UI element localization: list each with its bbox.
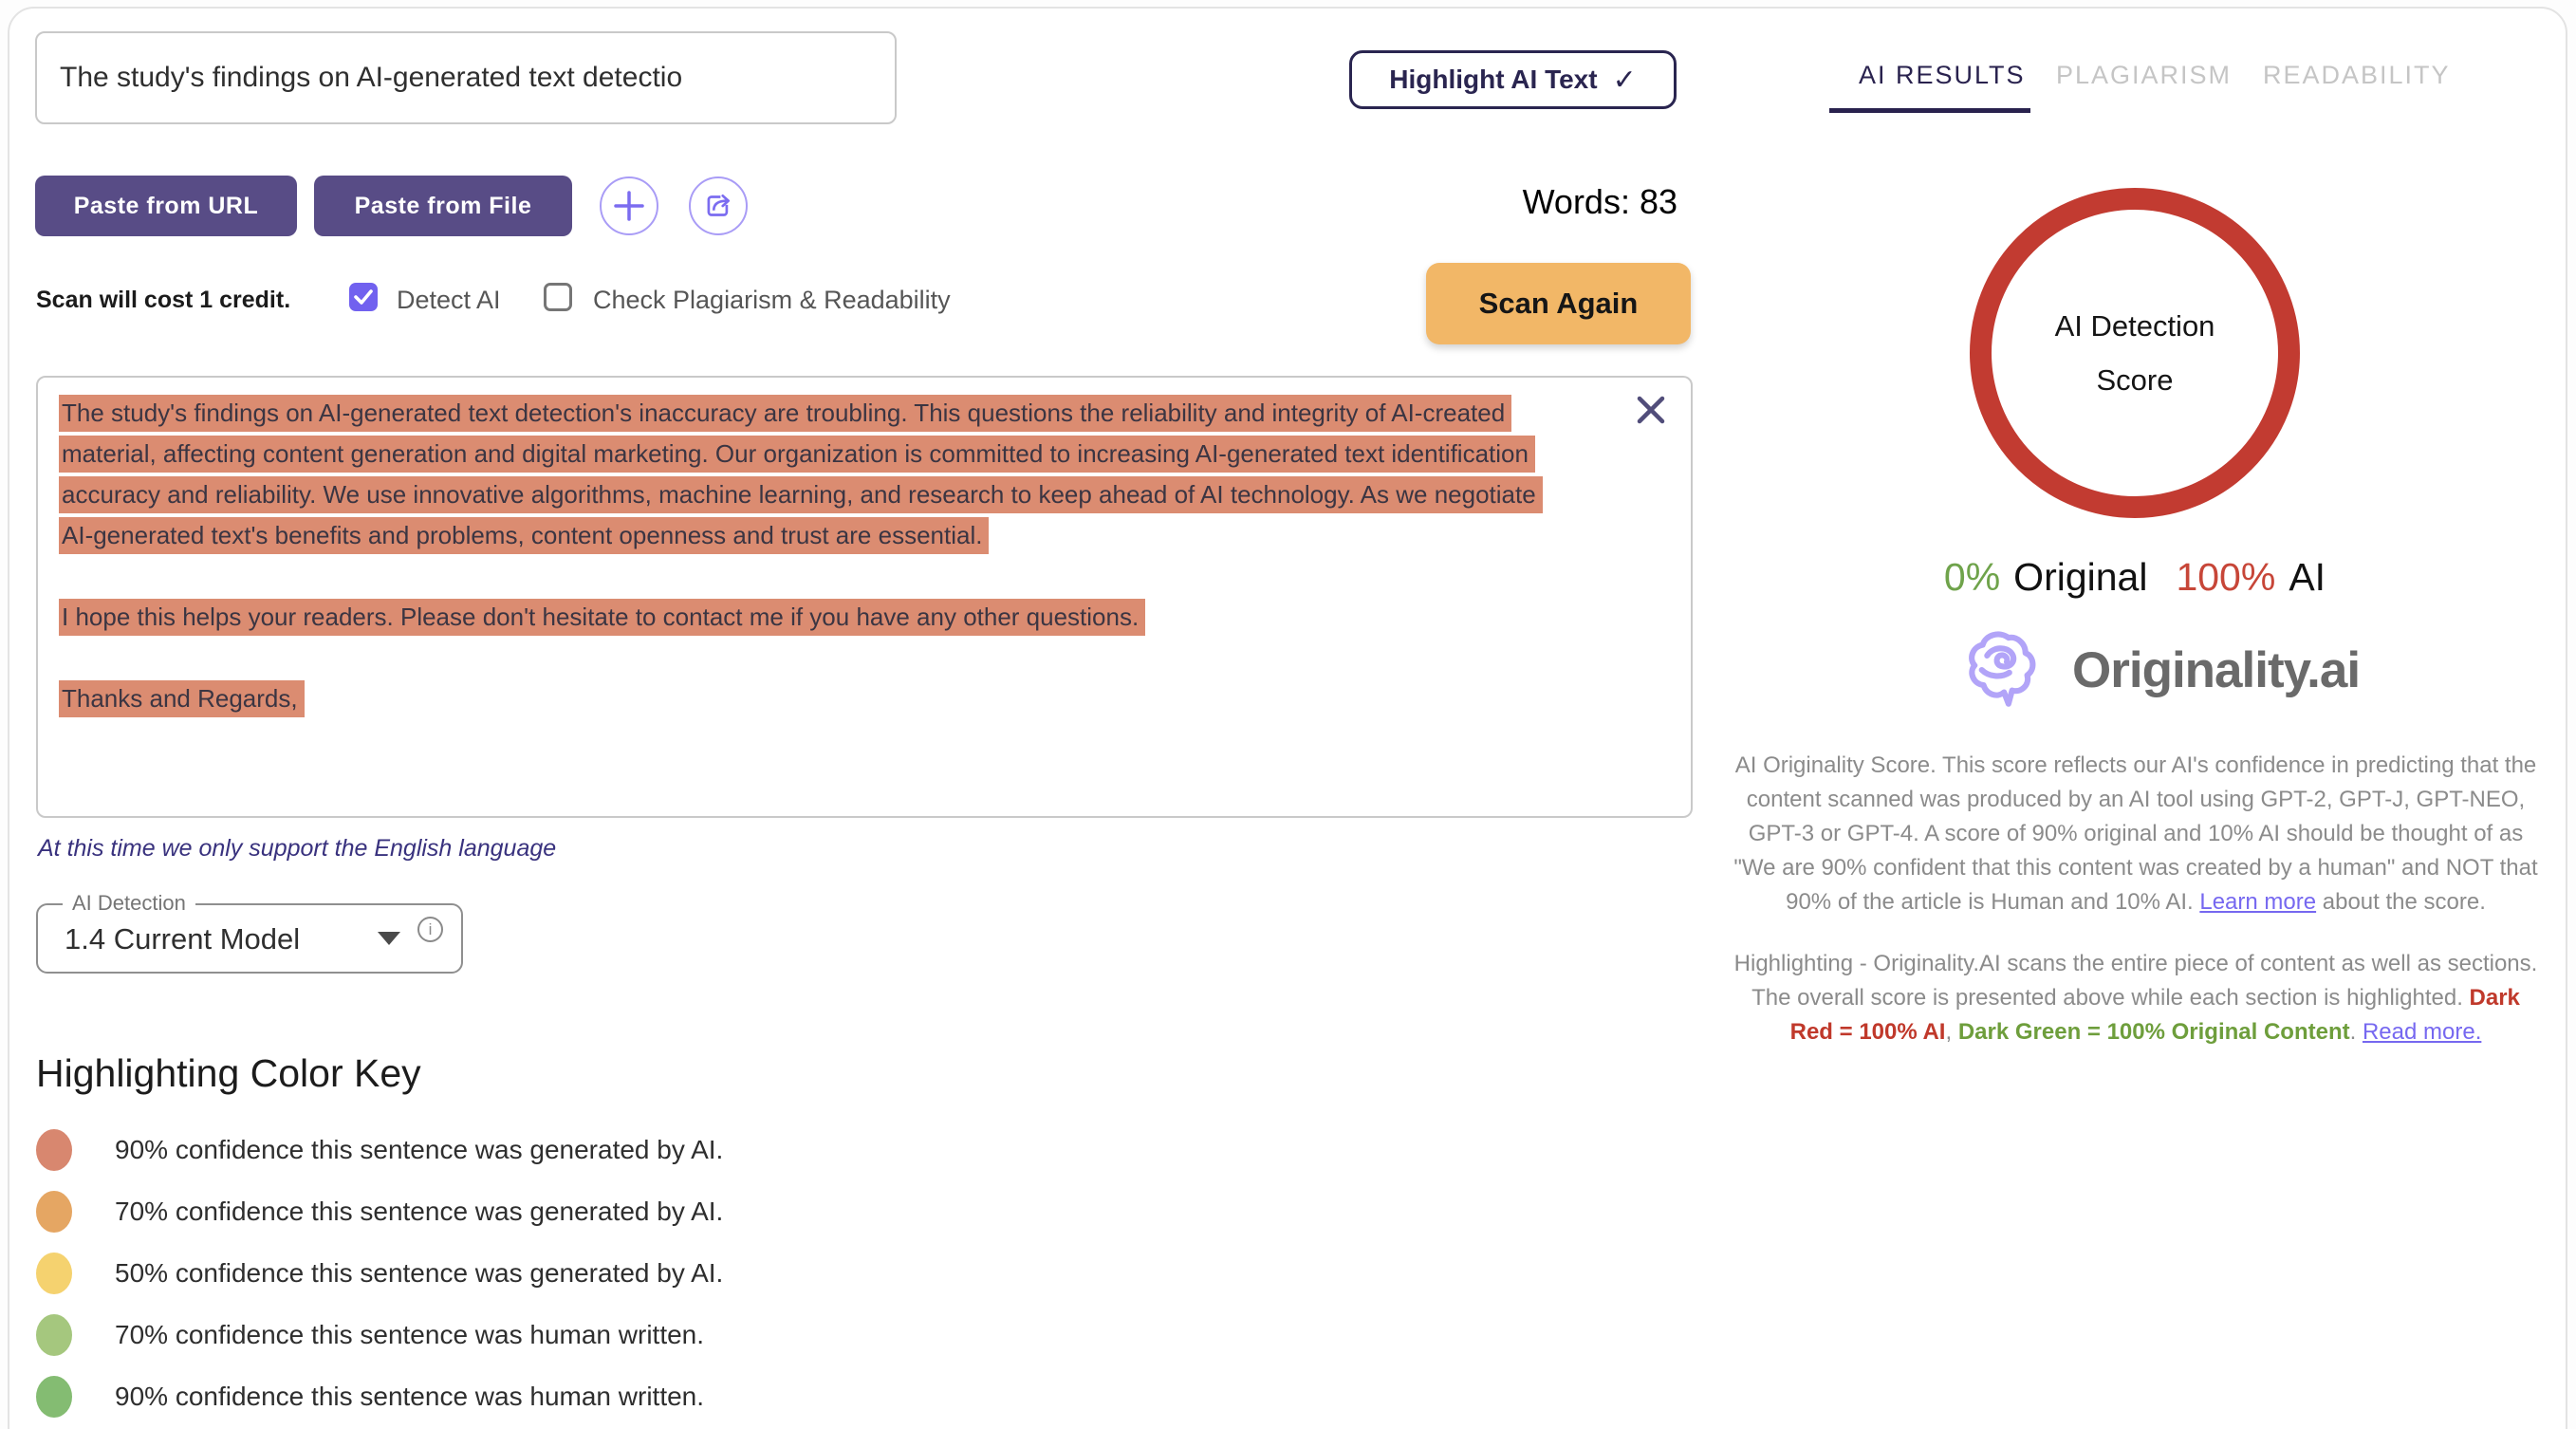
ai-highlight: Thanks and Regards, (59, 680, 305, 717)
originality-logo: Originality.ai (1962, 626, 2361, 714)
detect-ai-label: Detect AI (397, 286, 501, 314)
color-key-item: 50% confidence this sentence was generat… (36, 1253, 723, 1294)
original-percentage: 0% (1943, 555, 2001, 599)
tab-plagiarism[interactable]: PLAGIARISM (2056, 61, 2232, 90)
scan-again-button[interactable]: Scan Again (1426, 263, 1691, 344)
editor-line: accuracy and reliability. We use innovat… (59, 474, 1670, 515)
text-segment: . (2349, 1019, 2363, 1045)
brain-logo-icon (1969, 631, 2036, 707)
word-count: Words: 83 (1522, 182, 1677, 221)
text-segment: Dark Green = 100% Original Content (1957, 1019, 2350, 1045)
ai-model-select-label: AI Detection (63, 891, 195, 916)
ai-highlight: I hope this helps your readers. Please d… (59, 599, 1146, 636)
color-key-text: 70% confidence this sentence was human w… (115, 1320, 705, 1349)
text-segment: about the score. (2316, 889, 2486, 915)
check-icon: ✓ (1612, 64, 1637, 96)
language-support-note: At this time we only support the English… (38, 835, 557, 862)
paste-from-file-button[interactable]: Paste from File (314, 176, 572, 236)
color-key-item: 90% confidence this sentence was human w… (36, 1376, 723, 1418)
color-key-text: 90% confidence this sentence was human w… (115, 1382, 705, 1411)
content-editor[interactable]: The study's findings on AI-generated tex… (36, 376, 1693, 818)
check-icon (354, 289, 373, 305)
color-key-item: 70% confidence this sentence was generat… (36, 1191, 723, 1233)
originality-ai-app: Paste from URL Paste from File Scan will… (0, 0, 2576, 1429)
info-icon[interactable]: i (417, 917, 443, 942)
editor-line: AI-generated text's benefits and problem… (59, 515, 1670, 556)
color-key-text: 50% confidence this sentence was generat… (115, 1258, 724, 1288)
ai-highlight: The study's findings on AI-generated tex… (59, 395, 1512, 432)
learn-more-link[interactable]: Learn more (2199, 889, 2316, 915)
ai-highlight: accuracy and reliability. We use innovat… (59, 476, 1543, 513)
document-title-input[interactable] (35, 31, 897, 124)
ai-percentage: 100% (2176, 555, 2276, 599)
tab-readability[interactable]: READABILITY (2263, 61, 2451, 90)
highlighting-description: Highlighting - Originality.AI scans the … (1732, 947, 2540, 1049)
chevron-down-icon[interactable] (378, 932, 400, 945)
export-button[interactable] (689, 176, 748, 235)
highlight-ai-text-label: Highlight AI Text (1389, 65, 1598, 94)
tab-ai-results[interactable]: AI RESULTS (1859, 61, 2026, 90)
ai-highlight: AI-generated text's benefits and problem… (59, 517, 990, 554)
color-key-item: 70% confidence this sentence was human w… (36, 1314, 723, 1356)
ai-label: AI (2289, 555, 2326, 599)
editor-line: material, affecting content generation a… (59, 434, 1670, 474)
color-key-text: 90% confidence this sentence was generat… (115, 1135, 724, 1164)
original-label: Original (2013, 555, 2148, 599)
ai-model-select-value: 1.4 Current Model (65, 922, 301, 956)
plagiarism-readability-label: Check Plagiarism & Readability (593, 286, 951, 314)
plagiarism-readability-checkbox[interactable] (544, 283, 572, 311)
color-key-dot (36, 1376, 72, 1418)
color-key-dot (36, 1191, 72, 1233)
color-key-dot (36, 1129, 72, 1171)
detect-ai-checkbox[interactable] (349, 283, 378, 311)
text-segment: Highlighting - Originality.AI scans the … (1733, 951, 2538, 1011)
read-more-link[interactable]: Read more. (2363, 1019, 2481, 1045)
score-description: AI Originality Score. This score reflect… (1732, 749, 2540, 919)
color-key-text: 70% confidence this sentence was generat… (115, 1197, 724, 1226)
paste-from-url-button[interactable]: Paste from URL (35, 176, 297, 236)
editor-line: The study's findings on AI-generated tex… (59, 393, 1670, 434)
plus-icon (614, 191, 644, 221)
text-segment: , (1945, 1019, 1958, 1045)
highlight-ai-text-button[interactable]: Highlight AI Text ✓ (1349, 50, 1677, 109)
active-tab-indicator (1829, 108, 2030, 113)
color-key-dot (36, 1253, 72, 1294)
color-key-list: 90% confidence this sentence was generat… (36, 1129, 723, 1429)
export-icon (707, 194, 731, 216)
color-key-item: 90% confidence this sentence was generat… (36, 1129, 723, 1171)
close-icon[interactable] (1632, 391, 1670, 429)
originality-wordmark: Originality.ai (2072, 641, 2361, 698)
score-ring-line2: Score (2096, 363, 2174, 397)
color-key-dot (36, 1314, 72, 1356)
editor-line: Thanks and Regards, (59, 678, 1670, 719)
ai-highlight: material, affecting content generation a… (59, 436, 1535, 473)
ai-detection-score-ring: AI Detection Score (1970, 188, 2300, 518)
ai-model-select[interactable]: AI Detection 1.4 Current Model i (36, 891, 463, 974)
add-document-button[interactable] (600, 176, 658, 235)
score-ring-line1: AI Detection (2054, 309, 2215, 343)
scan-cost-note: Scan will cost 1 credit. (36, 287, 291, 313)
editor-line: I hope this helps your readers. Please d… (59, 597, 1670, 638)
score-summary: 0% Original 100% AI (1746, 555, 2524, 600)
color-key-title: Highlighting Color Key (36, 1051, 421, 1095)
